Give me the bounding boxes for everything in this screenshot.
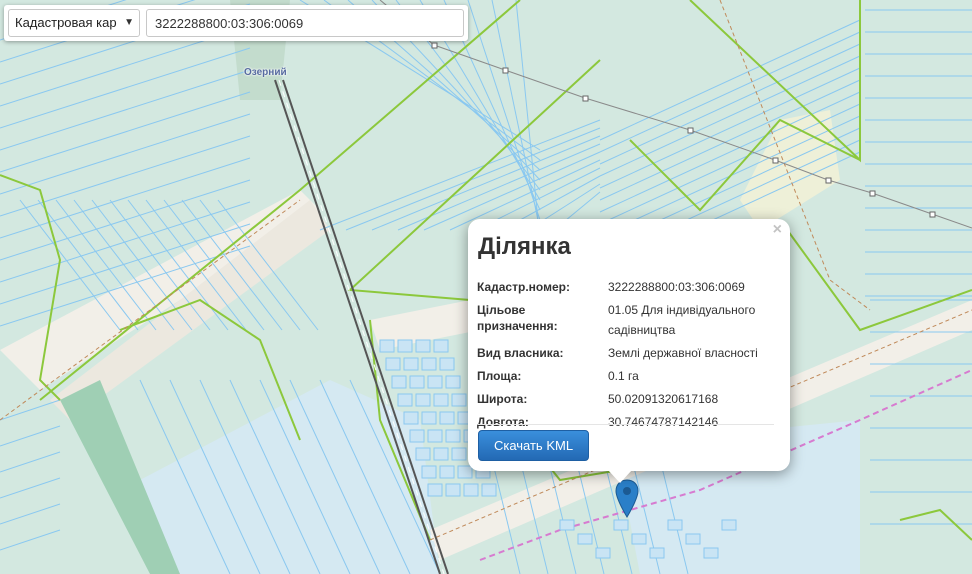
popup-tip: [608, 470, 632, 483]
layer-select-value: Кадастровая кар: [15, 15, 117, 30]
attr-row: Цільове призначення: 01.05 Для індивідуа…: [477, 302, 777, 340]
attr-key: Широта:: [477, 392, 528, 406]
attr-value: 01.05 Для індивідуального садівництва: [608, 303, 756, 337]
attr-value: 50.02091320617168: [608, 392, 719, 406]
attr-key: Вид власника:: [477, 346, 564, 360]
attr-key: Цільове призначення:: [477, 303, 558, 333]
map-toolbar: Кадастровая кар ▼: [4, 5, 468, 41]
popup-divider: [478, 424, 774, 425]
map-marker-icon[interactable]: [615, 479, 639, 519]
attr-row: Кадастр.номер: 3222288800:03:306:0069: [477, 279, 777, 297]
parcel-popup: × Ділянка Кадастр.номер: 3222288800:03:3…: [468, 219, 790, 471]
attr-value: 0.1 га: [608, 369, 639, 383]
attr-value: 3222288800:03:306:0069: [608, 280, 745, 294]
attr-value: 30.74674787142146: [608, 415, 719, 429]
layer-select[interactable]: Кадастровая кар ▼: [8, 9, 140, 37]
attr-row: Широта: 50.02091320617168: [477, 391, 777, 409]
attr-key: Кадастр.номер:: [477, 280, 570, 294]
attr-key: Площа:: [477, 369, 522, 383]
place-label-ozernyi: Озерний: [244, 67, 287, 78]
cadastral-number-input[interactable]: [146, 9, 464, 37]
chevron-down-icon: ▼: [124, 17, 134, 28]
download-kml-button[interactable]: Скачать KML: [478, 430, 589, 461]
attr-row: Вид власника: Землі державної власності: [477, 345, 777, 363]
close-icon[interactable]: ×: [773, 221, 782, 239]
attr-value: Землі державної власності: [608, 346, 758, 360]
parcel-attributes: Кадастр.номер: 3222288800:03:306:0069 Ці…: [477, 279, 777, 437]
attr-row: Площа: 0.1 га: [477, 368, 777, 386]
popup-title: Ділянка: [478, 233, 571, 260]
